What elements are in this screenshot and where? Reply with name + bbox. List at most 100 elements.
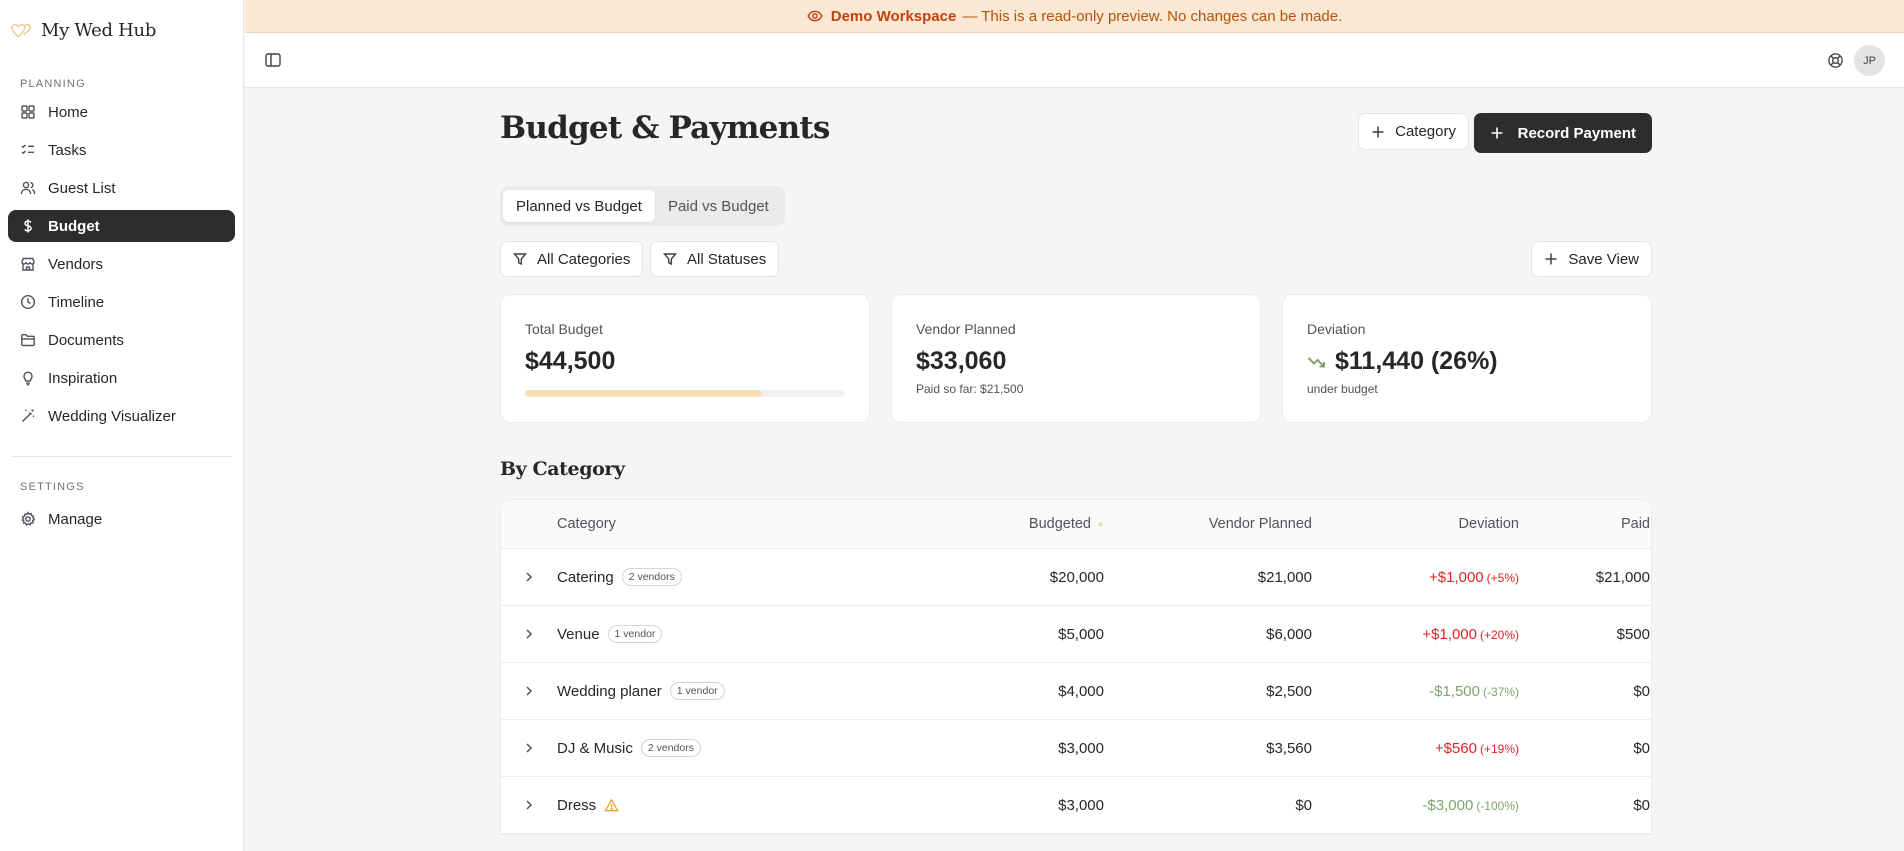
deviation-cell: -$1,500 (-37%) [1312, 683, 1519, 700]
page-title: Budget & Payments [500, 110, 830, 146]
sidebar-item-inspiration[interactable]: Inspiration [8, 362, 235, 394]
chevron-right-icon[interactable] [522, 798, 536, 812]
column-budgeted[interactable]: Budgeted [977, 516, 1104, 532]
sidebar-item-label: Budget [48, 217, 100, 235]
status-filter-label: All Statuses [687, 250, 767, 268]
table-row[interactable]: Dress $3,000 $0 -$3,000 (-100%) $0 [501, 777, 1651, 834]
budgeted-cell: $3,000 [1058, 796, 1104, 814]
help-lifebuoy-icon[interactable] [1827, 52, 1844, 69]
sidebar-item-wedding-visualizer[interactable]: Wedding Visualizer [8, 400, 235, 432]
sidebar-item-label: Inspiration [48, 369, 118, 387]
sidebar-item-vendors[interactable]: Vendors [8, 248, 235, 280]
sidebar-item-home[interactable]: Home [8, 96, 235, 128]
vendor-planned-cell: $0 [1295, 796, 1312, 814]
dollar-icon [24, 219, 32, 233]
table-row[interactable]: Venue 1 vendor $5,000 $6,000 +$1,000 (+20%… [501, 606, 1651, 663]
grid-icon [21, 105, 35, 119]
sidebar-item-label: Documents [48, 331, 124, 349]
sidebar-item-tasks[interactable]: Tasks [8, 134, 235, 166]
deviation-amount: +$1,000 [1429, 568, 1484, 586]
sidebar-item-documents[interactable]: Documents [8, 324, 235, 356]
wand-icon [22, 409, 35, 422]
column-category[interactable]: Category [557, 516, 977, 532]
tab-planned-vs-budget[interactable]: Planned vs Budget [503, 190, 655, 222]
list-check-icon [21, 144, 34, 155]
record-payment-button[interactable]: Record Payment [1473, 113, 1652, 153]
deviation-cell: -$3,000 (-100%) [1312, 797, 1519, 814]
table-row[interactable]: DJ & Music 2 vendors $3,000 $3,560 +$560(… [501, 720, 1651, 777]
sidebar-item-label: Wedding Visualizer [48, 407, 176, 425]
deviation-percent: (-37%) [1482, 684, 1519, 699]
vendor-count-badge: 1 vendor [607, 625, 663, 643]
vendor-planned-cell: $21,000 [1257, 568, 1312, 586]
by-category-title: By Category [500, 458, 625, 480]
lightbulb-icon [23, 371, 33, 386]
sidebar-item-label: Manage [48, 510, 103, 528]
app-name: My Wed Hub [41, 19, 157, 41]
avatar[interactable]: JP [1854, 45, 1885, 76]
total-budget-label: Total Budget [525, 321, 603, 337]
read-only-banner: Demo Workspace — This is a read-only pre… [245, 0, 1904, 33]
tab-paid-vs-budget[interactable]: Paid vs Budget [655, 190, 782, 222]
paid-cell: $0 [1633, 796, 1650, 814]
paid-cell: $0 [1633, 739, 1650, 757]
deviation-amount: +$1,000 [1422, 625, 1477, 643]
table-row[interactable]: Catering 2 vendors $20,000 $21,000 +$1,00… [501, 549, 1651, 606]
category-name: Dress [557, 796, 597, 814]
sidebar-item-guest-list[interactable]: Guest List [8, 172, 235, 204]
column-paid[interactable]: Paid [1519, 516, 1650, 532]
folder-icon [21, 334, 35, 347]
deviation-cell: +$560 (+19%) [1312, 740, 1519, 757]
deviation-sub: under budget [1307, 382, 1378, 396]
category-name: Wedding planer [557, 682, 662, 700]
planning-section-label: PLANNING [20, 78, 86, 90]
gear-icon [21, 511, 36, 526]
table-row[interactable]: Wedding planer 1 vendor $4,000 $2,500 -$1… [501, 663, 1651, 720]
vendor-planned-label: Vendor Planned [916, 321, 1016, 337]
column-budgeted-label: Budgeted [1028, 516, 1091, 532]
deviation-amount: +$560 [1434, 739, 1477, 757]
banner-message: — This is a read-only preview. No change… [962, 7, 1343, 25]
status-filter-button[interactable]: All Statuses [650, 241, 780, 277]
chevron-right-icon[interactable] [522, 684, 536, 698]
plus-icon [1545, 253, 1557, 265]
deviation-value: $11,440 (26%) [1335, 347, 1498, 375]
budgeted-cell: $4,000 [1058, 682, 1104, 700]
plus-icon [1491, 127, 1503, 139]
deviation-percent: (+5%) [1486, 570, 1519, 585]
top-bar: JP [245, 33, 1904, 88]
chevron-right-icon[interactable] [522, 741, 536, 755]
sidebar-item-timeline[interactable]: Timeline [8, 286, 235, 318]
total-budget-card: Total Budget $44,500 [500, 294, 870, 423]
budget-progress-bar [525, 390, 845, 397]
brand[interactable]: My Wed Hub [0, 0, 243, 60]
filter-icon [663, 253, 677, 266]
chevron-right-icon[interactable] [522, 570, 536, 584]
warning-icon [604, 798, 619, 811]
vendor-planned-card: Vendor Planned $33,060 Paid so far: $21,… [891, 294, 1261, 423]
plus-icon [1372, 126, 1384, 137]
vendor-count-badge: 2 vendors [640, 739, 701, 757]
column-vendor-planned[interactable]: Vendor Planned [1104, 516, 1312, 532]
hearts-logo-icon [11, 23, 31, 38]
sidebar-item-label: Vendors [48, 255, 104, 273]
table-body: Catering 2 vendors $20,000 $21,000 +$1,00… [501, 549, 1651, 834]
budgeted-cell: $5,000 [1058, 625, 1104, 643]
save-view-button[interactable]: Save View [1531, 241, 1652, 277]
sidebar-divider [12, 456, 231, 457]
deviation-value-row: $11,440 (26%) [1307, 347, 1627, 376]
column-deviation[interactable]: Deviation [1312, 516, 1519, 532]
category-filter-button[interactable]: All Categories [500, 241, 644, 277]
save-view-label: Save View [1568, 250, 1639, 268]
vendor-planned-cell: $2,500 [1266, 682, 1312, 700]
sidebar-toggle-icon[interactable] [264, 51, 282, 69]
chevron-right-icon[interactable] [522, 627, 536, 641]
sidebar-item-manage[interactable]: Manage [8, 503, 235, 535]
view-tabs: Planned vs Budget Paid vs Budget [500, 186, 785, 226]
add-category-label: Category [1395, 123, 1456, 140]
add-category-button[interactable]: Category [1358, 113, 1469, 150]
sort-indicator-icon [1098, 521, 1103, 527]
sidebar-item-budget[interactable]: Budget [8, 210, 235, 242]
deviation-amount: -$1,500 [1429, 682, 1480, 700]
paid-cell: $500 [1616, 625, 1650, 643]
